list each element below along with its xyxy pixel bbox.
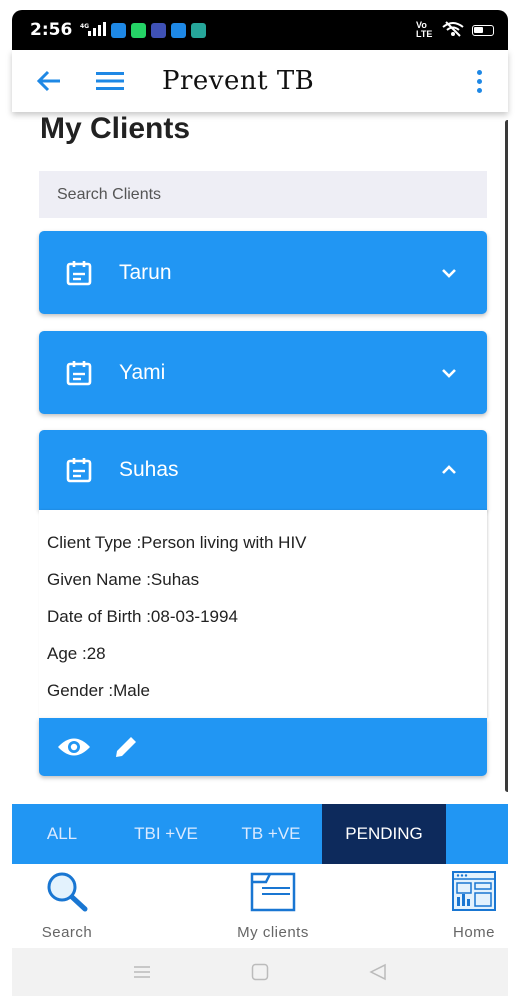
- client-panel-yami[interactable]: Yami: [39, 331, 487, 414]
- hamburger-menu-icon[interactable]: [96, 66, 126, 96]
- bottom-navigation: Search My clients Home: [12, 864, 508, 948]
- client-actions-bar: [39, 718, 487, 776]
- age-text: Age :28: [47, 644, 106, 663]
- nav-my-clients[interactable]: My clients: [214, 864, 332, 948]
- client-details: Client Type :Person living with HIV Give…: [39, 510, 487, 718]
- system-navigation-bar: [12, 948, 508, 996]
- search-box[interactable]: [39, 171, 487, 218]
- svg-text:4G: 4G: [80, 23, 89, 30]
- signal-icon: 4G: [80, 21, 107, 39]
- scrollbar[interactable]: [505, 120, 508, 792]
- back-triangle-icon[interactable]: [369, 963, 387, 981]
- volte-label: Vo LTE: [416, 20, 433, 39]
- chevron-down-icon[interactable]: [439, 263, 459, 283]
- date-of-birth-text: Date of Birth :08-03-1994: [47, 607, 238, 626]
- filter-tabs: ALL TBI +VE TB +VE PENDING: [12, 804, 508, 864]
- tab-pending[interactable]: PENDING: [322, 804, 446, 864]
- folder-icon: [250, 868, 296, 912]
- app-bar: Prevent TB: [12, 50, 508, 112]
- phone-app-icon: [111, 22, 127, 38]
- messages-icon: [171, 22, 187, 38]
- client-name: Tarun: [119, 260, 172, 284]
- nav-label-search: Search: [41, 924, 93, 941]
- tab-tb-positive[interactable]: TB +VE: [220, 804, 322, 864]
- client-name: Yami: [119, 360, 166, 384]
- recents-icon[interactable]: [133, 965, 151, 979]
- magnifier-icon: [45, 868, 89, 912]
- search-clients-input[interactable]: [57, 185, 487, 204]
- email-app-icon: [151, 22, 167, 38]
- calendar-icon: [66, 260, 92, 285]
- whatsapp-icon: [131, 22, 147, 38]
- tab-all[interactable]: ALL: [12, 804, 112, 864]
- notes-app-icon: [191, 22, 207, 38]
- client-name: Suhas: [119, 458, 179, 481]
- chevron-up-icon[interactable]: [439, 460, 459, 480]
- calendar-icon: [66, 458, 92, 483]
- tab-tbi-positive[interactable]: TBI +VE: [112, 804, 220, 864]
- app-title: Prevent TB: [162, 66, 315, 96]
- wifi-off-icon: [442, 20, 464, 40]
- dashboard-icon: [452, 868, 496, 912]
- nav-label-home: Home: [452, 924, 495, 941]
- calendar-icon: [66, 360, 92, 385]
- edit-pencil-icon[interactable]: [109, 730, 143, 764]
- given-name-text: Given Name :Suhas: [47, 570, 200, 589]
- status-bar: 2:56 4G Vo LTE: [12, 10, 508, 50]
- client-panel-suhas[interactable]: Suhas: [39, 430, 487, 510]
- more-options-icon[interactable]: [474, 66, 484, 96]
- nav-home[interactable]: Home: [440, 864, 508, 948]
- chevron-down-icon[interactable]: [439, 363, 459, 383]
- battery-icon: [472, 24, 494, 36]
- status-icons: 4G: [80, 21, 207, 39]
- gender-text: Gender :Male: [47, 681, 150, 700]
- view-eye-icon[interactable]: [57, 730, 91, 764]
- page-title: My Clients: [40, 112, 191, 145]
- client-type-text: Client Type :Person living with HIV: [47, 533, 307, 552]
- client-panel-tarun[interactable]: Tarun: [39, 231, 487, 314]
- status-right: Vo LTE: [416, 21, 494, 40]
- nav-search[interactable]: Search: [22, 864, 112, 948]
- home-square-icon[interactable]: [251, 963, 269, 981]
- status-time: 2:56: [30, 20, 73, 40]
- nav-label-my-clients: My clients: [237, 924, 309, 941]
- client-list-content: My Clients Tarun Yami Suhas Client Type …: [12, 112, 508, 804]
- back-arrow-icon[interactable]: [36, 66, 66, 96]
